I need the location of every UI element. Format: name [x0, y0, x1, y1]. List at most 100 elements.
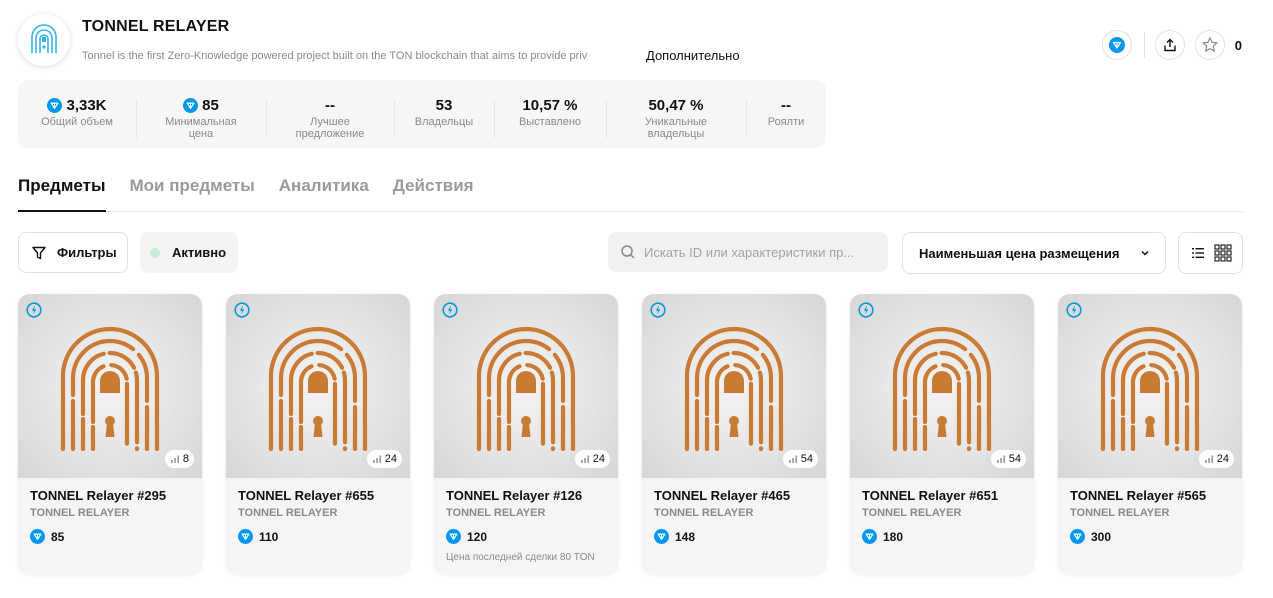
ton-icon	[47, 97, 63, 113]
nft-image: 24	[226, 294, 410, 478]
nft-image: 24	[1058, 294, 1242, 478]
nft-card-3[interactable]: 24 TONNEL Relayer #126 TONNEL RELAYER 12…	[434, 294, 618, 574]
nft-price-value: 180	[883, 529, 904, 544]
nft-collection: TONNEL RELAYER	[30, 507, 130, 519]
nft-price: 300	[1070, 529, 1230, 544]
stat-floor-price: 85 Минимальная цена	[136, 96, 266, 140]
nft-image: 54	[642, 294, 826, 478]
signal-bars-icon	[996, 455, 1005, 463]
tonnel-logo-icon	[31, 24, 57, 53]
nft-price: 110	[238, 529, 398, 544]
rarity-badge: 8	[164, 450, 194, 468]
filters-button[interactable]: Фильтры	[18, 232, 128, 273]
tab-activity[interactable]: Действия	[393, 176, 474, 212]
rarity-badge: 24	[1198, 450, 1234, 468]
ton-icon	[1070, 529, 1085, 544]
rarity-badge: 54	[782, 450, 818, 468]
nft-collection: TONNEL RELAYER	[1070, 507, 1170, 519]
nft-name: TONNEL Relayer #295	[30, 488, 167, 503]
stat-unique-owners: 50,47 % Уникальные владельцы	[606, 96, 746, 140]
rarity-badge: 24	[574, 450, 610, 468]
nft-image: 24	[434, 294, 618, 478]
stat-best-offer: -- Лучшее предложение	[266, 96, 394, 140]
nft-price-value: 148	[675, 529, 696, 544]
active-filter-chip[interactable]: Активно	[140, 232, 238, 273]
signal-bars-icon	[372, 455, 381, 463]
rarity-value: 24	[1216, 453, 1229, 465]
nft-price: 85	[30, 529, 190, 544]
nft-card-1[interactable]: 8 TONNEL Relayer #295 TONNEL RELAYER 85	[18, 294, 202, 574]
more-link[interactable]: Дополнительно	[646, 48, 740, 63]
stat-royalty: -- Роялти	[746, 96, 826, 138]
active-label: Активно	[172, 245, 227, 260]
rarity-value: 24	[592, 453, 605, 465]
verified-badge-icon	[1108, 37, 1125, 53]
collection-logo[interactable]	[18, 14, 70, 66]
nft-card-2[interactable]: 24 TONNEL Relayer #655 TONNEL RELAYER 11…	[226, 294, 410, 574]
nft-price-value: 120	[467, 529, 488, 544]
fingerprint-door-icon	[892, 326, 992, 451]
nft-card-4[interactable]: 54 TONNEL Relayer #465 TONNEL RELAYER 14…	[642, 294, 826, 574]
active-status-dot	[150, 247, 160, 258]
lightning-badge-icon	[1066, 302, 1082, 323]
grid-view-button[interactable]	[1212, 242, 1234, 264]
stat-listed: 10,57 % Выставлено	[494, 96, 606, 138]
nft-collection: TONNEL RELAYER	[862, 507, 962, 519]
rarity-value: 54	[1008, 453, 1021, 465]
rarity-value: 8	[182, 453, 189, 465]
search-box	[608, 232, 888, 272]
nft-price-value: 110	[259, 529, 279, 544]
view-toggle	[1178, 232, 1243, 274]
collection-description: Tonnel is the first Zero-Knowledge power…	[82, 49, 588, 62]
nft-name: TONNEL Relayer #126	[446, 488, 583, 503]
ton-icon	[30, 529, 45, 544]
nft-card-6[interactable]: 24 TONNEL Relayer #565 TONNEL RELAYER 30…	[1058, 294, 1242, 574]
items-grid: 8 TONNEL Relayer #295 TONNEL RELAYER 85	[18, 294, 1242, 574]
nft-price: 148	[654, 529, 814, 544]
ton-icon	[183, 97, 199, 113]
nft-image: 54	[850, 294, 1034, 478]
share-icon	[1164, 38, 1176, 52]
search-icon	[621, 245, 635, 259]
list-view-icon	[1191, 248, 1204, 258]
ton-icon	[654, 529, 669, 544]
star-icon	[1202, 37, 1218, 52]
ton-icon	[238, 529, 253, 544]
sort-dropdown[interactable]: Наименьшая цена размещения	[902, 232, 1166, 274]
fingerprint-door-icon	[268, 326, 368, 451]
lightning-badge-icon	[650, 302, 666, 323]
grid-view-icon	[1214, 244, 1232, 262]
sort-label: Наименьшая цена размещения	[919, 245, 1120, 261]
lightning-badge-icon	[858, 302, 874, 323]
ton-icon	[862, 529, 877, 544]
items-toolbar: Фильтры Активно Наименьшая цена размещен…	[18, 232, 1243, 274]
nft-name: TONNEL Relayer #565	[1070, 488, 1207, 503]
fingerprint-door-icon	[1100, 326, 1200, 451]
lightning-badge-icon	[234, 302, 250, 323]
nft-name: TONNEL Relayer #651	[862, 488, 999, 503]
fingerprint-door-icon	[476, 326, 576, 451]
favorite-button[interactable]	[1194, 30, 1225, 60]
nft-price-value: 85	[51, 529, 65, 544]
tab-my-items[interactable]: Мои предметы	[130, 176, 255, 212]
signal-bars-icon	[788, 455, 797, 463]
nft-name: TONNEL Relayer #465	[654, 488, 791, 503]
rarity-badge: 54	[990, 450, 1026, 468]
tab-analytics[interactable]: Аналитика	[279, 176, 369, 212]
stat-owners: 53 Владельцы	[394, 96, 494, 138]
nft-price: 180	[862, 529, 1022, 544]
signal-bars-icon	[1204, 455, 1213, 463]
nft-price-value: 300	[1091, 529, 1112, 544]
list-view-button[interactable]	[1187, 242, 1209, 264]
signal-bars-icon	[580, 455, 589, 463]
fingerprint-door-icon	[60, 326, 160, 451]
stat-total-volume: 3,33K Общий объем	[41, 96, 113, 129]
nft-collection: TONNEL RELAYER	[446, 507, 546, 519]
tab-items[interactable]: Предметы	[18, 176, 106, 212]
search-input[interactable]	[644, 244, 884, 260]
share-button[interactable]	[1154, 30, 1185, 60]
verified-button[interactable]	[1101, 30, 1132, 60]
lightning-badge-icon	[26, 302, 42, 323]
fingerprint-door-icon	[684, 326, 784, 451]
nft-card-5[interactable]: 54 TONNEL Relayer #651 TONNEL RELAYER 18…	[850, 294, 1034, 574]
